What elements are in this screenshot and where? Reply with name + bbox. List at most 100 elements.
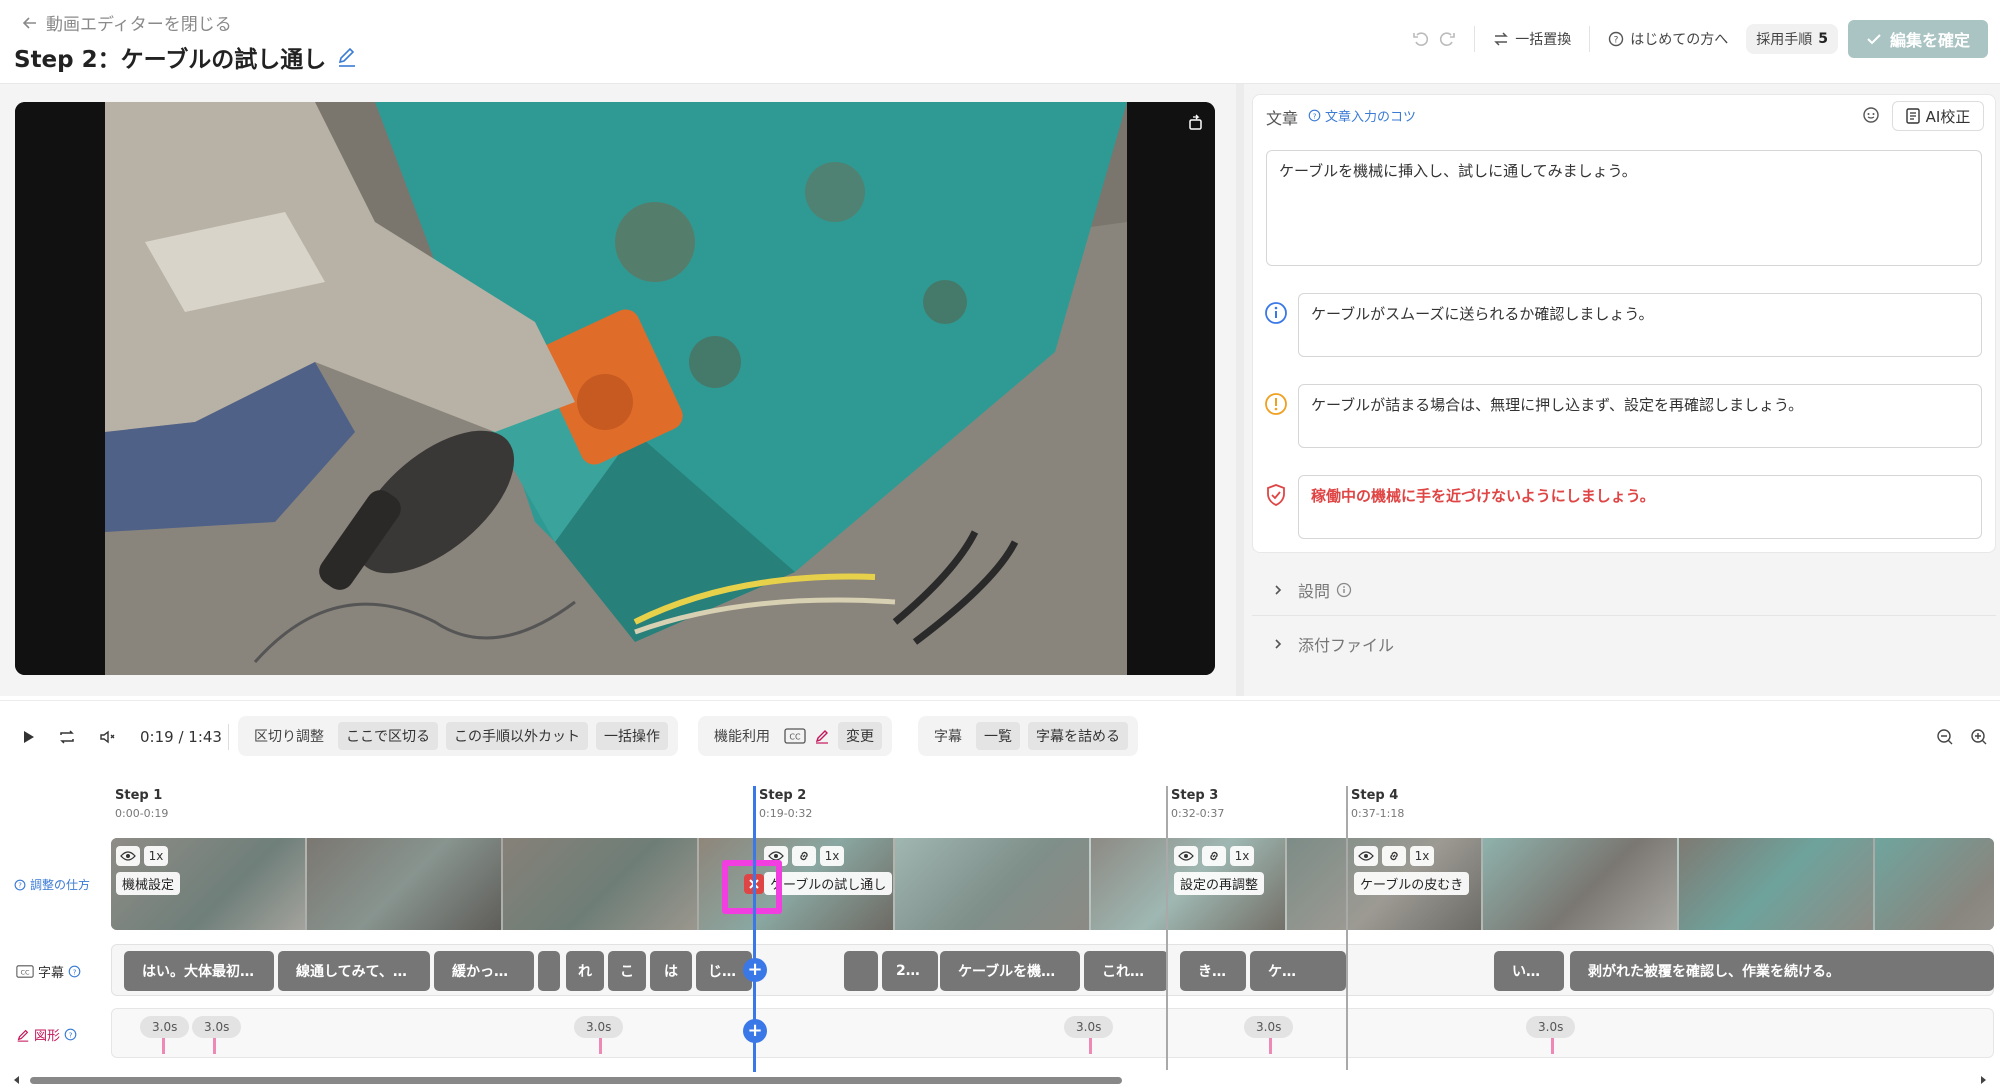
- subtitle-clip[interactable]: 線通してみて、…: [278, 951, 430, 991]
- speed-badge[interactable]: 1x: [1410, 846, 1434, 866]
- subtitle-clip[interactable]: ケ…: [1250, 951, 1346, 991]
- video-clip-track[interactable]: [111, 838, 1994, 930]
- subtitle-clip[interactable]: [844, 951, 878, 991]
- first-time-button[interactable]: ? はじめての方へ: [1600, 21, 1736, 57]
- cc-icon[interactable]: CC: [784, 728, 806, 744]
- warning-icon: [1264, 392, 1288, 416]
- segment-tools: 区切り調整 ここで区切る この手順以外カット 一括操作: [238, 716, 678, 756]
- segment-adjust-button[interactable]: 区切り調整: [248, 726, 330, 746]
- help-circle-icon[interactable]: ?: [68, 965, 81, 978]
- link-icon[interactable]: [1202, 846, 1226, 866]
- subtitle-clip[interactable]: [538, 951, 560, 991]
- volume-icon[interactable]: [98, 728, 116, 746]
- subtitle-clip[interactable]: き…: [1180, 951, 1246, 991]
- close-editor-link[interactable]: 動画エディターを閉じる: [22, 10, 232, 35]
- link-icon[interactable]: [1382, 846, 1406, 866]
- bulk-operation-button[interactable]: 一括操作: [596, 722, 668, 750]
- subtitle-clip[interactable]: ケーブルを機…: [940, 951, 1080, 991]
- main-text-field[interactable]: ケーブルを機械に挿入し、試しに通してみましょう。: [1266, 150, 1982, 266]
- step-name: Step 1: [115, 788, 163, 803]
- shape-clip[interactable]: 3.0s: [192, 1016, 242, 1038]
- subtitle-clip[interactable]: はい。大体最初…: [124, 951, 274, 991]
- shape-clip[interactable]: 3.0s: [574, 1016, 624, 1038]
- compact-subtitles-button[interactable]: 字幕を詰める: [1028, 722, 1128, 750]
- adopted-steps-badge[interactable]: 採用手順 5: [1746, 24, 1838, 54]
- time-readout: 0:19 / 1:43: [140, 728, 222, 746]
- shape-clip[interactable]: 3.0s: [140, 1016, 190, 1038]
- zoom-in-icon[interactable]: [1970, 728, 1988, 746]
- info-text-value: ケーブルがスムーズに送られるか確認しましょう。: [1311, 305, 1654, 323]
- step-range: 0:00-0:19: [115, 807, 169, 820]
- step-divider: [1346, 786, 1348, 1070]
- edit-title-icon[interactable]: [336, 46, 358, 68]
- clip-step-1[interactable]: 1x 機械設定: [116, 846, 181, 895]
- adjust-help-link[interactable]: ? 調整の仕方: [14, 876, 90, 893]
- subtitle-clip[interactable]: れ: [566, 951, 604, 991]
- shape-duration: 3.0s: [1076, 1020, 1102, 1034]
- pen-icon[interactable]: [814, 728, 830, 744]
- shape-clip[interactable]: 3.0s: [1526, 1016, 1576, 1038]
- help-circle-icon[interactable]: ?: [64, 1028, 77, 1041]
- scroll-right-icon[interactable]: [1978, 1075, 1988, 1085]
- subtitle-clip[interactable]: 緩かっ…: [434, 951, 534, 991]
- emoji-icon[interactable]: [1862, 106, 1880, 124]
- add-shape-button[interactable]: +: [743, 1019, 767, 1043]
- shape-duration: 3.0s: [586, 1020, 612, 1034]
- subtitle-clip[interactable]: い…: [1494, 951, 1564, 991]
- change-button[interactable]: 変更: [838, 722, 882, 750]
- main-text-value: ケーブルを機械に挿入し、試しに通してみましょう。: [1279, 162, 1637, 180]
- shape-clip[interactable]: 3.0s: [1064, 1016, 1114, 1038]
- eye-icon[interactable]: [1174, 846, 1198, 866]
- scroll-left-icon[interactable]: [12, 1075, 22, 1085]
- subtitle-clip[interactable]: こ: [608, 951, 646, 991]
- subtitle-clip[interactable]: は: [650, 951, 692, 991]
- video-player[interactable]: [15, 102, 1215, 675]
- shape-track[interactable]: [111, 1008, 1994, 1058]
- confirm-edit-button[interactable]: 編集を確定: [1847, 20, 1988, 58]
- cut-others-button[interactable]: この手順以外カット: [446, 722, 588, 750]
- horizontal-scrollbar[interactable]: [30, 1077, 1122, 1084]
- question-section[interactable]: 設問: [1252, 564, 1996, 616]
- ai-proofread-button[interactable]: AI校正: [1892, 101, 1984, 131]
- first-time-label: はじめての方へ: [1630, 32, 1729, 48]
- loop-icon[interactable]: [58, 728, 76, 746]
- subtitle-text: 剥がれた被覆を確認し、作業を続ける。: [1588, 964, 1840, 980]
- rotate-icon[interactable]: [1187, 114, 1205, 132]
- step-range: 0:32-0:37: [1171, 807, 1225, 820]
- swap-icon: [1493, 31, 1509, 47]
- subtitle-text: い…: [1512, 964, 1540, 980]
- link-icon[interactable]: [792, 846, 816, 866]
- help-circle-icon: ?: [14, 879, 26, 891]
- writing-tips-link[interactable]: ? 文章入力のコツ: [1308, 106, 1416, 125]
- speed-badge[interactable]: 1x: [820, 846, 844, 866]
- info-text-field[interactable]: ケーブルがスムーズに送られるか確認しましょう。: [1298, 293, 1982, 357]
- divider: [1474, 26, 1476, 52]
- subtitle-text: こ: [620, 964, 634, 980]
- attachment-section[interactable]: 添付ファイル: [1252, 618, 1996, 670]
- bulk-replace-button[interactable]: 一括置換: [1485, 21, 1579, 57]
- subtitle-list-button[interactable]: 一覧: [976, 722, 1020, 750]
- zoom-out-icon[interactable]: [1936, 728, 1954, 746]
- warning-text-field[interactable]: ケーブルが詰まる場合は、無理に押し込まず、設定を再確認しましょう。: [1298, 384, 1982, 448]
- speed-badge[interactable]: 1x: [1230, 846, 1254, 866]
- clip-step-4[interactable]: 1x ケーブルの皮むき: [1354, 846, 1470, 895]
- play-icon[interactable]: [20, 729, 36, 745]
- speed-badge[interactable]: 1x: [144, 846, 168, 866]
- redo-icon[interactable]: [1430, 21, 1464, 57]
- clip-thumbnail: [1875, 838, 1994, 930]
- eye-icon[interactable]: [116, 846, 140, 866]
- subtitle-clip[interactable]: これ…: [1084, 951, 1168, 991]
- clip-step-3[interactable]: 1x 設定の再調整: [1174, 846, 1265, 895]
- add-subtitle-button[interactable]: +: [743, 958, 767, 982]
- clip-thumbnail: [895, 838, 1091, 930]
- subtitle-clip[interactable]: 2…: [882, 951, 938, 991]
- shape-clip[interactable]: 3.0s: [1244, 1016, 1294, 1038]
- shape-marker: [162, 1038, 165, 1054]
- clip-step-2[interactable]: 1x ケーブルの試し通し: [764, 846, 893, 895]
- split-here-button[interactable]: ここで区切る: [338, 722, 438, 750]
- panel-splitter[interactable]: [1236, 84, 1244, 696]
- eye-icon[interactable]: [1354, 846, 1378, 866]
- subtitle-clip[interactable]: 剥がれた被覆を確認し、作業を続ける。: [1570, 951, 1994, 991]
- subtitle-text: れ: [578, 964, 592, 980]
- safety-text-field[interactable]: 稼働中の機械に手を近づけないようにしましょう。: [1298, 475, 1982, 539]
